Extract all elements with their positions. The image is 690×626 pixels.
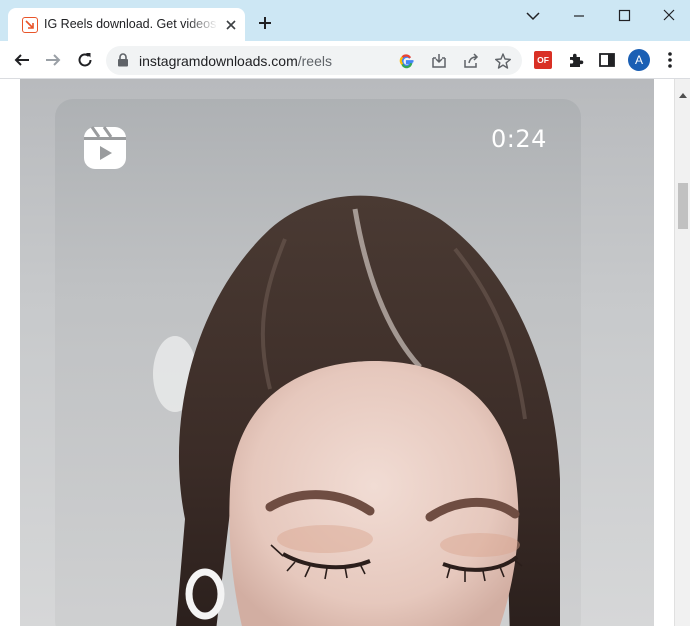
more-menu-icon[interactable] bbox=[662, 50, 678, 70]
reel-video-thumbnail bbox=[153, 195, 560, 626]
google-lens-icon[interactable] bbox=[398, 52, 416, 70]
page-content: 0:24 bbox=[0, 79, 674, 626]
scroll-up-arrow-icon[interactable] bbox=[679, 85, 687, 103]
scroll-thumb[interactable] bbox=[678, 183, 688, 229]
tab-title-fade bbox=[186, 14, 218, 36]
install-app-icon[interactable] bbox=[430, 52, 448, 70]
lock-icon[interactable] bbox=[117, 53, 129, 72]
video-duration: 0:24 bbox=[491, 125, 547, 153]
url-host: instagramdownloads.com bbox=[139, 53, 298, 69]
maximize-icon[interactable] bbox=[609, 6, 639, 26]
bookmark-star-icon[interactable] bbox=[494, 52, 512, 70]
address-bar[interactable]: instagramdownloads.com/reels bbox=[106, 46, 522, 75]
extension-badge-icon[interactable]: OF bbox=[534, 51, 552, 69]
profile-avatar[interactable]: A bbox=[628, 49, 650, 71]
chevron-down-icon[interactable] bbox=[518, 6, 548, 26]
browser-toolbar: instagramdownloads.com/reels bbox=[0, 41, 690, 79]
new-tab-plus-icon[interactable] bbox=[255, 13, 275, 33]
reload-icon[interactable] bbox=[75, 50, 95, 70]
minimize-icon[interactable] bbox=[564, 6, 594, 26]
page-scrollbar[interactable] bbox=[674, 79, 690, 626]
back-arrow-icon[interactable] bbox=[12, 50, 32, 70]
reels-icon bbox=[82, 125, 128, 171]
active-tab[interactable]: IG Reels download. Get videos or bbox=[8, 8, 245, 41]
side-panel-icon[interactable] bbox=[598, 51, 616, 69]
tab-strip: IG Reels download. Get videos or bbox=[0, 0, 690, 41]
extensions-puzzle-icon[interactable] bbox=[566, 50, 586, 70]
url-path: /reels bbox=[297, 53, 332, 69]
close-tab-icon[interactable] bbox=[223, 17, 239, 33]
url-text[interactable]: instagramdownloads.com/reels bbox=[139, 53, 332, 69]
reel-video-card[interactable]: 0:24 bbox=[55, 99, 581, 626]
download-arrow-icon bbox=[22, 17, 38, 33]
share-icon[interactable] bbox=[462, 52, 480, 70]
forward-arrow-icon[interactable] bbox=[43, 50, 63, 70]
window-close-icon[interactable] bbox=[654, 6, 684, 26]
